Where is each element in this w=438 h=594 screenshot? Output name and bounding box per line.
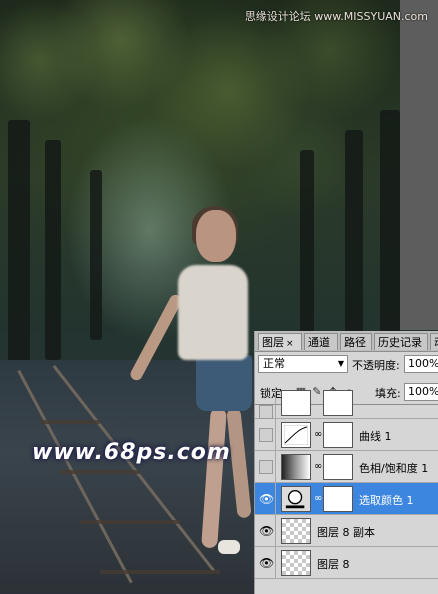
layer-mask-thumbnail [323,422,353,448]
tree-trunk [90,170,102,340]
tree-trunk [300,150,314,350]
chevron-down-icon: ▼ [337,359,344,368]
watermark-top: 思缘设计论坛 www.MISSYUAN.com [244,10,428,23]
chain-link-icon[interactable]: ∞ [314,461,322,472]
rail-sleeper [60,470,140,474]
layer-mask-thumbnail [323,390,353,416]
tab-channels[interactable]: 通道 [304,333,338,350]
curves-thumbnail [281,422,311,448]
layer-mask-thumbnail [323,486,353,512]
layer-row[interactable]: 👁︎ 图层 8 [255,547,438,579]
layer-mask-thumbnail [323,454,353,480]
layer-thumbnail [281,550,311,576]
visibility-toggle[interactable] [259,405,273,419]
tree-trunk [45,140,61,360]
tab-label: 历史记录 [378,336,422,349]
layer-row[interactable] [255,387,438,419]
selective-color-thumbnail [281,486,311,512]
divider [275,547,276,579]
tab-label: 动 [434,336,438,349]
eye-icon[interactable]: 👁︎ [259,524,274,538]
layer-row[interactable]: ∞ 曲线 1 [255,419,438,451]
chain-link-icon[interactable]: ∞ [314,493,322,504]
rail-sleeper [100,570,220,574]
layer-thumbnail [281,518,311,544]
tree-trunk [8,120,30,370]
panel-tabs: 图层× 通道 路径 历史记录 动 [255,331,438,352]
layers-panel: 图层× 通道 路径 历史记录 动 正常 ▼ 不透明度: 100% 锁定: ▦ ✎… [254,331,438,594]
canvas-background [400,0,438,330]
divider [275,451,276,483]
layer-name: 色相/饱和度 1 [359,462,429,475]
divider [275,483,276,515]
visibility-toggle[interactable] [259,428,273,442]
rail-sleeper [80,520,180,524]
tree-trunk [345,130,363,360]
layer-list: ∞ 曲线 1 ∞ 色相/饱和度 1 👁︎ ∞ 选取颜色 1 👁︎ 图层 8 副本… [255,387,438,594]
chain-link-icon[interactable]: ∞ [314,429,322,440]
tab-label: 路径 [344,336,366,349]
divider [275,515,276,547]
tab-actions[interactable]: 动 [430,333,438,350]
layer-row[interactable]: 👁︎ 图层 8 副本 [255,515,438,547]
tab-label: 通道 [308,336,330,349]
blend-mode-value: 正常 [263,357,285,370]
curves-icon [284,425,308,445]
girl-face [196,210,236,262]
hue-saturation-thumbnail [281,454,311,480]
divider [275,419,276,451]
tab-label: 图层 [262,336,284,349]
tree-trunk [380,110,400,360]
tab-history[interactable]: 历史记录 [374,333,428,350]
opacity-label: 不透明度: [352,359,400,372]
tab-layers[interactable]: 图层 × [258,333,302,350]
visibility-toggle[interactable] [259,460,273,474]
layer-name: 选取颜色 1 [359,494,414,507]
blend-mode-select[interactable]: 正常 ▼ [258,355,348,373]
watermark-bottom: www.68ps.com [32,440,231,465]
layer-name: 图层 8 副本 [317,526,375,539]
tab-paths[interactable]: 路径 [340,333,372,350]
layer-name: 曲线 1 [359,430,392,443]
opacity-input[interactable]: 100% [404,355,438,373]
rail-sleeper [40,420,100,424]
layer-name: 图层 8 [317,558,350,571]
girl-shorts [196,355,252,411]
girl-blouse [178,265,248,360]
girl-shoe [218,540,240,554]
selective-color-icon [285,490,305,509]
close-icon[interactable]: × [286,339,294,349]
eye-icon[interactable]: 👁︎ [259,556,274,570]
blend-row: 正常 ▼ 不透明度: 100% [255,353,438,377]
divider [275,387,276,419]
layer-row[interactable]: ∞ 色相/饱和度 1 [255,451,438,483]
eye-icon[interactable]: 👁︎ [259,492,274,506]
layer-row-selected[interactable]: 👁︎ ∞ 选取颜色 1 [255,483,438,515]
adjustment-thumbnail [281,390,311,416]
